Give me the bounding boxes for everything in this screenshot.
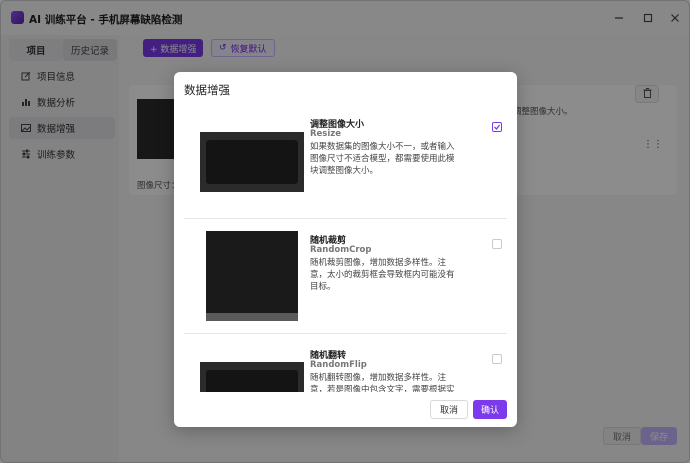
randomcrop-checkbox[interactable]: [492, 239, 502, 249]
dialog-confirm-button[interactable]: 确认: [473, 400, 507, 419]
option-description: 随机裁剪图像，增加数据多样性。注意，太小的裁剪框会导致框内可能没有目标。: [310, 258, 455, 292]
augmentation-option-randomflip[interactable]: 随机翻转 RandomFlip 随机翻转图像，增加数据多样性。注意，若是图像中包…: [184, 334, 507, 392]
resize-checkbox[interactable]: [492, 122, 502, 132]
data-augmentation-dialog: 数据增强 调整图像大小 Resize 如果数据集的图像大小不一，或者输入图像尺寸…: [174, 72, 517, 427]
option-description: 如果数据集的图像大小不一，或者输入图像尺寸不适合模型，都需要使用此模块调整图像大…: [310, 142, 455, 176]
dialog-cancel-button[interactable]: 取消: [430, 400, 468, 419]
augmentation-option-randomcrop[interactable]: 随机裁剪 RandomCrop 随机裁剪图像，增加数据多样性。注意，太小的裁剪框…: [184, 219, 507, 334]
resize-preview-image: [200, 132, 304, 192]
option-subtitle: Resize: [310, 129, 341, 139]
option-subtitle: RandomCrop: [310, 245, 372, 255]
randomcrop-preview-image: [206, 231, 298, 321]
dialog-title: 数据增强: [184, 83, 230, 97]
augmentation-option-resize[interactable]: 调整图像大小 Resize 如果数据集的图像大小不一，或者输入图像尺寸不适合模型…: [184, 104, 507, 219]
randomflip-checkbox[interactable]: [492, 354, 502, 364]
augmentation-list: 调整图像大小 Resize 如果数据集的图像大小不一，或者输入图像尺寸不适合模型…: [184, 104, 507, 392]
randomflip-preview-image: [200, 362, 304, 392]
option-description: 随机翻转图像，增加数据多样性。注意，若是图像中包含文字，需要根据实: [310, 373, 455, 392]
option-subtitle: RandomFlip: [310, 360, 367, 370]
